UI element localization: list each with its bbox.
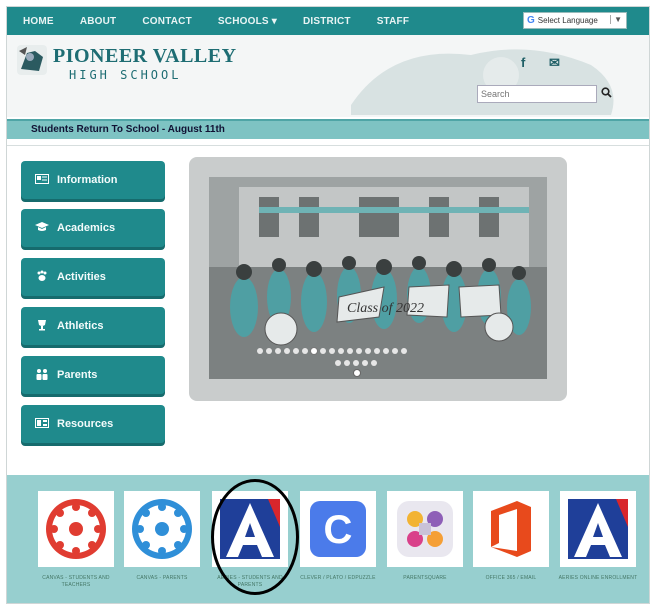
app-canvas-parents[interactable] <box>124 491 200 567</box>
sidebar-item-label: Activities <box>57 271 106 283</box>
carousel-dot[interactable] <box>365 348 371 354</box>
carousel-indicators-row2[interactable] <box>335 360 377 366</box>
clever-icon: C <box>310 501 366 557</box>
sidebar-item-label: Resources <box>57 418 114 430</box>
school-website: HOME ABOUT CONTACT SCHOOLS ▾ DISTRICT ST… <box>6 6 650 604</box>
mascot-logo[interactable] <box>15 43 49 77</box>
school-subtitle: HIGH SCHOOL <box>69 68 182 82</box>
resources-icon <box>35 417 49 431</box>
site-header: PIONEER VALLEY HIGH SCHOOL f ✉ <box>7 35 649 117</box>
google-icon: G <box>527 15 535 26</box>
carousel-dot[interactable] <box>284 348 290 354</box>
carousel-dot[interactable] <box>275 348 281 354</box>
carousel-dot[interactable] <box>335 360 341 366</box>
sidebar-item-parents[interactable]: Parents <box>21 356 165 394</box>
highlight-circle-annotation <box>211 479 299 595</box>
sidebar-item-label: Parents <box>57 369 98 381</box>
id-card-icon <box>35 173 49 187</box>
carousel-dot[interactable] <box>401 348 407 354</box>
carousel-dot[interactable] <box>347 348 353 354</box>
image-carousel[interactable]: Class of 2022 <box>189 157 567 401</box>
sidebar-item-label: Athletics <box>57 320 104 332</box>
sidebar-item-athletics[interactable]: Athletics <box>21 307 165 345</box>
nav-about[interactable]: ABOUT <box>80 16 117 27</box>
app-canvas-students[interactable] <box>38 491 114 567</box>
app-clever[interactable]: C <box>300 491 376 567</box>
sidebar-item-label: Information <box>57 174 118 186</box>
language-select-label: Select Language <box>537 16 598 25</box>
sidebar-item-label: Academics <box>57 222 116 234</box>
svg-text:C: C <box>324 508 353 552</box>
carousel-dot[interactable] <box>344 360 350 366</box>
app-parentsquare[interactable] <box>387 491 463 567</box>
office-icon <box>491 501 531 557</box>
chevron-down-icon: ▼ <box>610 15 622 24</box>
app-office-365[interactable] <box>473 491 549 567</box>
app-label: OFFICE 365 / EMAIL <box>485 575 537 581</box>
app-links-strip: CANVAS - STUDENTS AND TEACHERS CANVAS - … <box>7 475 649 603</box>
canvas-parents-icon <box>132 499 192 559</box>
nav-schools-dropdown[interactable]: SCHOOLS ▾ <box>218 16 277 27</box>
app-label: AERIES ONLINE ENROLLMENT <box>558 575 638 581</box>
top-navigation: HOME ABOUT CONTACT SCHOOLS ▾ DISTRICT ST… <box>7 7 649 35</box>
carousel-dot[interactable] <box>257 348 263 354</box>
nav-home[interactable]: HOME <box>23 16 54 27</box>
app-label: CLEVER / PLATO / EDPUZZLE <box>300 575 376 581</box>
search-input[interactable] <box>477 85 597 103</box>
nav-district[interactable]: DISTRICT <box>303 16 351 27</box>
sidebar-item-information[interactable]: Information <box>21 161 165 199</box>
facebook-icon[interactable]: f <box>521 55 525 70</box>
announcement-banner[interactable]: Students Return To School - August 11th <box>7 119 649 139</box>
aeries-enrollment-icon <box>568 499 628 559</box>
carousel-dot[interactable] <box>356 348 362 354</box>
sidebar-item-resources[interactable]: Resources <box>21 405 165 443</box>
carousel-dot[interactable] <box>392 348 398 354</box>
carousel-indicators[interactable] <box>257 348 407 354</box>
carousel-dot[interactable] <box>329 348 335 354</box>
canvas-icon <box>46 499 106 559</box>
parentsquare-icon <box>397 501 453 557</box>
sidebar-item-activities[interactable]: Activities <box>21 258 165 296</box>
search-icon[interactable] <box>601 87 612 101</box>
carousel-pager[interactable] <box>353 369 361 377</box>
divider <box>7 145 649 146</box>
app-aeries-enrollment[interactable] <box>560 491 636 567</box>
mascot-watermark <box>351 49 614 115</box>
nav-contact[interactable]: CONTACT <box>142 16 192 27</box>
trophy-icon <box>35 319 49 334</box>
school-name[interactable]: PIONEER VALLEY <box>53 45 237 68</box>
carousel-dot[interactable] <box>266 348 272 354</box>
graduation-cap-icon <box>35 221 49 235</box>
app-label: CANVAS - STUDENTS AND TEACHERS <box>42 575 110 588</box>
carousel-dot[interactable] <box>311 348 317 354</box>
carousel-dot[interactable] <box>302 348 308 354</box>
carousel-dot[interactable] <box>371 360 377 366</box>
carousel-dot[interactable] <box>293 348 299 354</box>
carousel-dot[interactable] <box>320 348 326 354</box>
language-select[interactable]: G Select Language ▼ <box>523 12 627 29</box>
carousel-dot[interactable] <box>383 348 389 354</box>
family-icon <box>35 368 49 383</box>
paw-icon <box>35 270 49 285</box>
carousel-dot[interactable] <box>353 360 359 366</box>
mail-icon[interactable]: ✉ <box>549 55 560 71</box>
app-label: CANVAS - PARENTS <box>136 575 188 581</box>
carousel-dot[interactable] <box>338 348 344 354</box>
nav-staff[interactable]: STAFF <box>377 16 409 27</box>
carousel-photo-caption: Class of 2022 <box>347 301 424 316</box>
carousel-dot[interactable] <box>374 348 380 354</box>
app-label: PARENTSQUARE <box>403 575 447 581</box>
sidebar-item-academics[interactable]: Academics <box>21 209 165 247</box>
carousel-dot[interactable] <box>362 360 368 366</box>
